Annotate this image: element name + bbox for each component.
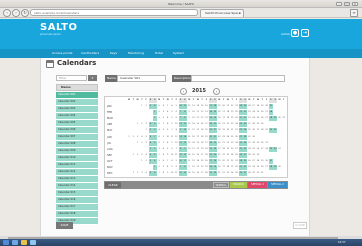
next-year-button[interactable]: › — [213, 88, 220, 95]
browser-toolbar: ‹ › ↻ salto.example.local/Calendars SALT… — [0, 8, 362, 18]
list-item[interactable]: Calendar 017 — [56, 204, 98, 211]
browser-taskbar-icon[interactable] — [12, 240, 18, 245]
folder-taskbar-icon[interactable] — [21, 240, 27, 245]
day-cell[interactable]: 31 — [268, 104, 273, 109]
start-icon[interactable] — [3, 240, 9, 245]
search-icon[interactable]: ⌕ — [88, 75, 97, 81]
list-item[interactable]: Calendar 010 — [56, 155, 98, 162]
list-item[interactable]: Calendar 018 — [56, 211, 98, 218]
taskbar — [0, 239, 362, 246]
logo-subtitle: proaccess space — [40, 33, 61, 36]
list-item[interactable]: Calendar 011 — [56, 162, 98, 169]
list-item[interactable]: Calendar 006 — [56, 127, 98, 134]
day-cell[interactable]: 31 — [268, 158, 273, 164]
description-label: Description — [172, 75, 192, 82]
day-cell[interactable]: 30 — [256, 153, 260, 158]
menu-keys[interactable]: Keys — [110, 49, 117, 58]
special1-button[interactable]: SPECIAL 1 — [248, 182, 267, 188]
close-tab-icon[interactable]: × — [238, 10, 241, 17]
menu-monitoring[interactable]: Monitoring — [128, 49, 144, 58]
normal-day-button[interactable]: NORMAL — [213, 182, 229, 188]
list-item[interactable]: Calendar 003 — [56, 106, 98, 113]
day-cell[interactable]: 31 — [265, 141, 269, 146]
list-item[interactable]: Calendar 012 — [56, 169, 98, 176]
day-cell[interactable]: 31 — [282, 116, 286, 121]
tab-title: SALTO ProAccess Space — [205, 11, 241, 15]
name-label: Name — [105, 75, 117, 82]
list-item[interactable]: Calendar 001 — [56, 92, 98, 99]
salto-logo: SALTO — [40, 22, 78, 33]
list-header[interactable]: Name — [56, 84, 98, 91]
logout-icon[interactable]: ⇥ — [301, 29, 309, 37]
list-item[interactable]: Calendar 008 — [56, 141, 98, 148]
description-field[interactable] — [191, 75, 285, 82]
list-item[interactable]: Calendar 007 — [56, 134, 98, 141]
menu-hotel[interactable]: Hotel — [155, 49, 163, 58]
forward-icon[interactable]: › — [12, 9, 20, 17]
day-cell[interactable]: 28 — [268, 110, 273, 116]
minimize-button[interactable]: – — [336, 2, 342, 6]
clear-button[interactable]: CLEAR — [105, 182, 121, 188]
menu-system[interactable]: System — [173, 49, 184, 58]
month-label: DEC — [107, 172, 113, 176]
address-bar[interactable]: salto.example.local/Calendars — [30, 9, 198, 16]
previous-year-button[interactable]: ‹ — [180, 88, 187, 95]
search-input[interactable]: Filter — [56, 75, 87, 81]
year-display: 2015 — [192, 88, 206, 94]
list-item[interactable]: Calendar 004 — [56, 113, 98, 120]
special2-button[interactable]: SPECIAL 2 — [268, 182, 287, 188]
day-cell[interactable]: 31 — [260, 171, 264, 176]
app-taskbar-icon[interactable] — [30, 240, 36, 245]
list-item[interactable]: Calendar 014 — [56, 183, 98, 190]
list-item[interactable]: Calendar 009 — [56, 148, 98, 155]
menu-access-points[interactable]: Access points — [52, 49, 72, 58]
window-titlebar: Welcome / SALTO – □ × — [0, 0, 362, 8]
save-button[interactable]: SAVE — [56, 222, 73, 229]
calendar-icon — [46, 60, 54, 68]
window-title: Welcome / SALTO — [167, 2, 195, 6]
menu-cardholders[interactable]: Cardholders — [81, 49, 99, 58]
day-cell[interactable]: 30 — [278, 165, 282, 170]
close-button[interactable]: CLOSE — [293, 222, 307, 229]
maximize-button[interactable]: □ — [344, 2, 350, 6]
list-item[interactable]: Calendar 015 — [56, 190, 98, 197]
browser-tab[interactable]: SALTO ProAccess Space × — [200, 9, 244, 17]
back-icon[interactable]: ‹ — [3, 9, 11, 17]
list-item[interactable]: Calendar 016 — [56, 197, 98, 204]
weekday-header: T — [283, 99, 285, 101]
main-menu: Access points Cardholders Keys Monitorin… — [0, 49, 362, 58]
day-cell[interactable]: 30 — [260, 122, 264, 127]
refresh-icon[interactable]: ↻ — [21, 9, 29, 17]
name-field[interactable]: Calendar 001 — [117, 75, 166, 82]
list-item[interactable]: Calendar 013 — [56, 176, 98, 183]
list-item[interactable]: Calendar 005 — [56, 120, 98, 127]
taskbar-clock: 10:37 — [338, 241, 346, 244]
menu-icon[interactable]: ≡ — [350, 9, 358, 17]
close-window-button[interactable]: × — [352, 2, 358, 6]
day-cell[interactable]: 31 — [278, 147, 282, 152]
holiday-button[interactable]: HOLIDAY — [230, 182, 247, 188]
day-cell[interactable]: 31 — [273, 128, 278, 134]
year-calendar-grid: M T W T F S S M T W T F S S M T W T F S S M T W T F S S M T W T F S S M T JAN… — [104, 96, 288, 178]
user-icon[interactable]: ● — [291, 29, 299, 37]
list-item[interactable]: Calendar 002 — [56, 99, 98, 106]
day-cell[interactable]: 30 — [252, 135, 256, 140]
user-name[interactable]: admin — [281, 32, 290, 36]
page-title: Calendars — [57, 59, 97, 67]
